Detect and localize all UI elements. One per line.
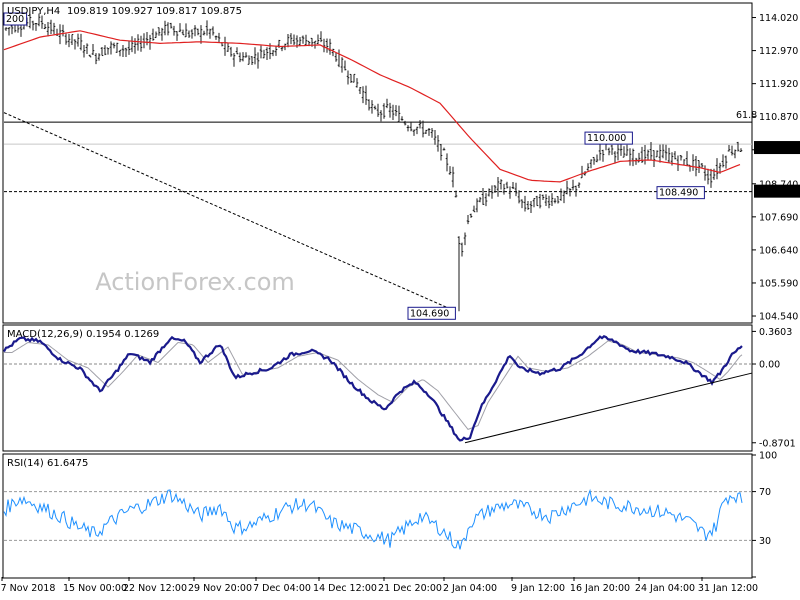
rsi-tick-label: 70 bbox=[759, 487, 771, 498]
rsi-panel-frame bbox=[2, 453, 753, 579]
price-tick-label: 114.020 bbox=[759, 13, 798, 24]
macd-signal-line bbox=[4, 340, 743, 431]
price-tick-label: 105.590 bbox=[759, 278, 798, 289]
annotation-110000: 110.000 bbox=[587, 133, 626, 144]
price-ohlc-readout: 109.819 109.927 109.817 109.875 bbox=[67, 6, 242, 17]
x-tick-label: 7 Nov 2018 bbox=[1, 583, 56, 594]
rsi-series bbox=[3, 488, 752, 550]
macd-tick-label: 0.3603 bbox=[759, 327, 792, 338]
x-tick-label: 29 Nov 20:00 bbox=[188, 583, 252, 594]
macd-tick-label: 0.00 bbox=[759, 360, 780, 371]
macd-series bbox=[3, 335, 753, 444]
macd-tick-label: -0.8701 bbox=[759, 438, 796, 449]
price-tick-label: 111.920 bbox=[759, 79, 798, 90]
fib-label: 61.8 bbox=[736, 110, 757, 121]
macd-axis: 0.3603 0.00 -0.8701 bbox=[752, 327, 796, 449]
price-panel-title: USDJPY,H4 bbox=[7, 6, 60, 17]
candlestick-series bbox=[4, 13, 743, 312]
price-tick-label: 112.970 bbox=[759, 46, 798, 57]
last-price-tag: 109.875 bbox=[757, 144, 796, 155]
x-tick-label: 24 Jan 04:00 bbox=[635, 583, 695, 594]
level-line-tag: 108.490 bbox=[757, 187, 796, 198]
macd-panel-frame bbox=[2, 324, 753, 452]
x-tick-label: 16 Jan 20:00 bbox=[570, 583, 630, 594]
x-tick-label: 14 Dec 12:00 bbox=[313, 583, 377, 594]
x-tick-label: 21 Dec 20:00 bbox=[378, 583, 442, 594]
annotation-108490: 108.490 bbox=[659, 188, 698, 199]
price-axis: 114.020112.970111.920110.870109.820108.7… bbox=[752, 13, 798, 323]
macd-line bbox=[3, 335, 743, 442]
watermark: ActionForex.com bbox=[95, 268, 295, 296]
rsi-panel-title: RSI(14) 61.6475 bbox=[7, 458, 88, 469]
price-tick-label: 104.540 bbox=[759, 312, 798, 323]
chart-canvas: ActionForex.com 61.8 114.020 112.970 111.9… bbox=[1, 2, 800, 594]
rsi-tick-label: 30 bbox=[759, 536, 771, 547]
x-tick-label: 31 Jan 12:00 bbox=[698, 583, 758, 594]
x-tick-label: 2 Jan 04:00 bbox=[443, 583, 497, 594]
annotation-104690: 104.690 bbox=[410, 308, 449, 319]
rsi-tick-label: 100 bbox=[759, 451, 777, 462]
x-tick-label: 9 Jan 12:00 bbox=[511, 583, 565, 594]
x-tick-label: 22 Nov 12:00 bbox=[123, 583, 187, 594]
price-tick-label: 110.870 bbox=[759, 112, 798, 123]
x-tick-label: 7 Dec 04:00 bbox=[253, 583, 311, 594]
x-axis: 7 Nov 2018 15 Nov 00:0022 Nov 12:00 29 Nov… bbox=[1, 577, 758, 594]
rsi-axis: 100 70 30 bbox=[752, 451, 777, 578]
price-tick-label: 106.640 bbox=[759, 245, 798, 256]
x-tick-label: 15 Nov 00:00 bbox=[63, 583, 127, 594]
macd-panel-title: MACD(12,26,9) 0.1954 0.1269 bbox=[7, 329, 159, 340]
price-tick-label: 107.690 bbox=[759, 212, 798, 223]
macd-trendline bbox=[464, 372, 753, 444]
